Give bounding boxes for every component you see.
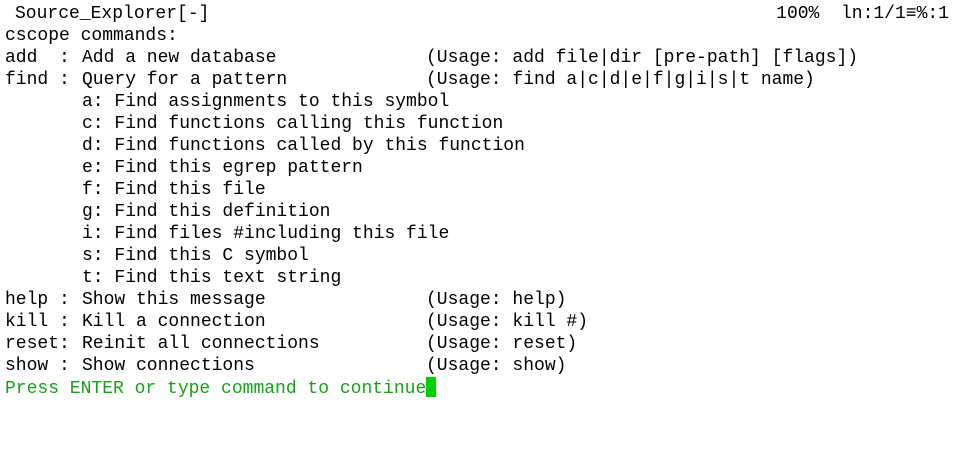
command-description: Kill a connection: [82, 312, 266, 332]
command-row-find: find : Query for a pattern (Usage: find …: [5, 69, 955, 91]
command-usage: (Usage: show): [426, 356, 567, 376]
command-row-kill: kill : Kill a connection (Usage: kill #): [5, 311, 955, 333]
find-option: e: Find this egrep pattern: [82, 158, 363, 178]
cursor-position: ln:1/1≡%:1: [840, 4, 949, 24]
find-option: t: Find this text string: [82, 268, 342, 288]
scroll-percent: 100%: [776, 4, 820, 24]
commands-header: cscope commands:: [5, 26, 178, 46]
command-name: show :: [5, 356, 70, 376]
continue-prompt: Press ENTER or type command to continue: [5, 379, 427, 399]
command-usage: (Usage: add file|dir [pre-path] [flags]): [426, 48, 859, 68]
command-name: find :: [5, 70, 70, 90]
find-option-row: i: Find files #including this file: [5, 223, 955, 245]
status-position: 100% ln:1/1≡%:1: [776, 3, 949, 25]
command-usage: (Usage: find a|c|d|e|f|g|i|s|t name): [426, 70, 815, 90]
command-prompt-line[interactable]: Press ENTER or type command to continue: [5, 377, 955, 399]
status-line: Source_Explorer[-] 100% ln:1/1≡%:1: [5, 3, 955, 25]
text-cursor[interactable]: [426, 377, 437, 397]
find-option-row: g: Find this definition: [5, 201, 955, 223]
command-name: help :: [5, 290, 70, 310]
find-option-row: e: Find this egrep pattern: [5, 157, 955, 179]
command-name: add :: [5, 48, 70, 68]
find-option: f: Find this file: [82, 180, 266, 200]
find-option: i: Find files #including this file: [82, 224, 450, 244]
command-row-reset: reset: Reinit all connections (Usage: re…: [5, 333, 955, 355]
command-row-show: show : Show connections (Usage: show): [5, 355, 955, 377]
find-option: s: Find this C symbol: [82, 246, 309, 266]
command-description: Add a new database: [82, 48, 277, 68]
command-description: Query for a pattern: [82, 70, 288, 90]
find-option-row: s: Find this C symbol: [5, 245, 955, 267]
command-usage: (Usage: reset): [426, 334, 578, 354]
command-name: reset:: [5, 334, 70, 354]
find-option-row: c: Find functions calling this function: [5, 113, 955, 135]
command-name: kill :: [5, 312, 70, 332]
command-description: Show connections: [82, 356, 255, 376]
command-row-add: add : Add a new database (Usage: add fil…: [5, 47, 955, 69]
find-option-row: d: Find functions called by this functio…: [5, 135, 955, 157]
find-option-row: f: Find this file: [5, 179, 955, 201]
command-row-help: help : Show this message (Usage: help): [5, 289, 955, 311]
find-option: g: Find this definition: [82, 202, 331, 222]
command-description: Show this message: [82, 290, 266, 310]
terminal-window[interactable]: Source_Explorer[-] 100% ln:1/1≡%:1 cscop…: [5, 3, 955, 399]
command-usage: (Usage: help): [426, 290, 567, 310]
find-option: d: Find functions called by this functio…: [82, 136, 525, 156]
command-usage: (Usage: kill #): [426, 312, 589, 332]
find-option-row: a: Find assignments to this symbol: [5, 91, 955, 113]
buffer-title: Source_Explorer[-]: [15, 4, 210, 24]
find-option-row: t: Find this text string: [5, 267, 955, 289]
command-description: Reinit all connections: [82, 334, 320, 354]
find-option: c: Find functions calling this function: [82, 114, 504, 134]
find-option: a: Find assignments to this symbol: [82, 92, 450, 112]
